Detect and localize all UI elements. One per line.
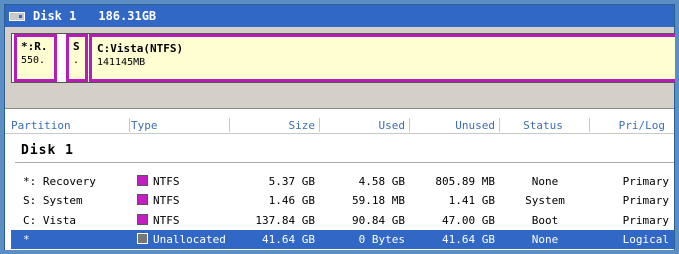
cell-unused: 41.64 GB xyxy=(442,233,495,246)
column-size[interactable]: Size xyxy=(231,119,316,132)
partition-manager-window: Disk 1 186.31GB *:R. 550. S . C:Vista(NT… xyxy=(4,4,675,250)
column-status[interactable]: Status xyxy=(501,119,585,132)
cell-type: NTFS xyxy=(153,214,180,227)
cell-prilog: Primary xyxy=(622,214,669,227)
cell-unused: 47.00 GB xyxy=(442,214,495,227)
diskmap-label: *:R. xyxy=(21,40,48,53)
cell-used: 90.84 GB xyxy=(352,214,405,227)
cell-used: 0 Bytes xyxy=(358,233,405,246)
hard-disk-icon xyxy=(9,11,25,21)
ntfs-color-swatch-icon xyxy=(137,214,148,225)
diskmap-size: 141145MB xyxy=(97,57,146,68)
table-row[interactable]: *: Recovery NTFS 5.37 GB 4.58 GB 805.89 … xyxy=(11,172,674,191)
disk-size: 186.31GB xyxy=(98,9,157,23)
unallocated-color-swatch-icon xyxy=(137,233,148,244)
column-separator[interactable] xyxy=(499,118,500,132)
diskmap-partition-recovery[interactable]: *:R. 550. xyxy=(14,34,57,82)
column-header-row: Partition Type Size Used Unused Status P… xyxy=(5,117,674,134)
cell-size: 1.46 GB xyxy=(268,194,315,207)
cell-prilog: Logical xyxy=(622,233,669,246)
partition-list: Partition Type Size Used Unused Status P… xyxy=(5,108,674,250)
ntfs-color-swatch-icon xyxy=(137,175,148,186)
table-row[interactable]: C: Vista NTFS 137.84 GB 90.84 GB 47.00 G… xyxy=(11,211,674,230)
column-partition[interactable]: Partition xyxy=(11,119,71,132)
cell-used: 59.18 MB xyxy=(352,194,405,207)
diskmap-size: . xyxy=(73,55,80,66)
cell-size: 137.84 GB xyxy=(255,214,315,227)
column-separator[interactable] xyxy=(589,118,590,132)
ntfs-color-swatch-icon xyxy=(137,194,148,205)
table-row-selected[interactable]: * Unallocated 41.64 GB 0 Bytes 41.64 GB … xyxy=(11,230,674,249)
table-row[interactable]: S: System NTFS 1.46 GB 59.18 MB 1.41 GB … xyxy=(11,191,674,210)
column-unused[interactable]: Unused xyxy=(411,119,495,132)
group-divider xyxy=(15,162,674,163)
cell-type: NTFS xyxy=(153,175,180,188)
cell-type: NTFS xyxy=(153,194,180,207)
group-label: Disk 1 xyxy=(21,143,74,158)
cell-unused: 1.41 GB xyxy=(448,194,495,207)
diskmap-partition-vista[interactable]: C:Vista(NTFS) 141145MB xyxy=(89,34,675,82)
cell-status: None xyxy=(531,175,559,188)
diskmap-size: 550. xyxy=(21,55,46,66)
cell-size: 41.64 GB xyxy=(262,233,315,246)
cell-used: 4.58 GB xyxy=(358,175,405,188)
column-separator[interactable] xyxy=(229,118,230,132)
cell-partition: C: Vista xyxy=(23,214,76,227)
disk-name: Disk 1 xyxy=(33,9,77,23)
cell-type: Unallocated xyxy=(153,233,226,246)
cell-unused: 805.89 MB xyxy=(435,175,495,188)
diskmap-label: C:Vista(NTFS) xyxy=(97,42,184,55)
column-separator[interactable] xyxy=(129,118,130,132)
cell-partition: *: Recovery xyxy=(23,175,96,188)
column-prilog[interactable]: Pri/Log xyxy=(591,119,665,132)
disk-map: *:R. 550. S . C:Vista(NTFS) 141145MB xyxy=(11,33,675,83)
cell-prilog: Primary xyxy=(622,194,669,207)
column-separator[interactable] xyxy=(319,118,320,132)
disk-header[interactable]: Disk 1 186.31GB xyxy=(5,5,674,27)
cell-status: Boot xyxy=(531,214,559,227)
cell-partition: S: System xyxy=(23,194,83,207)
cell-partition: * xyxy=(23,233,30,246)
diskmap-label: S xyxy=(73,40,80,53)
diskmap-partition-system[interactable]: S . xyxy=(66,34,88,82)
cell-prilog: Primary xyxy=(622,175,669,188)
cell-size: 5.37 GB xyxy=(268,175,315,188)
column-type[interactable]: Type xyxy=(131,119,158,132)
cell-status: System xyxy=(525,194,565,207)
column-separator[interactable] xyxy=(409,118,410,132)
cell-status: None xyxy=(531,233,559,246)
column-used[interactable]: Used xyxy=(321,119,406,132)
